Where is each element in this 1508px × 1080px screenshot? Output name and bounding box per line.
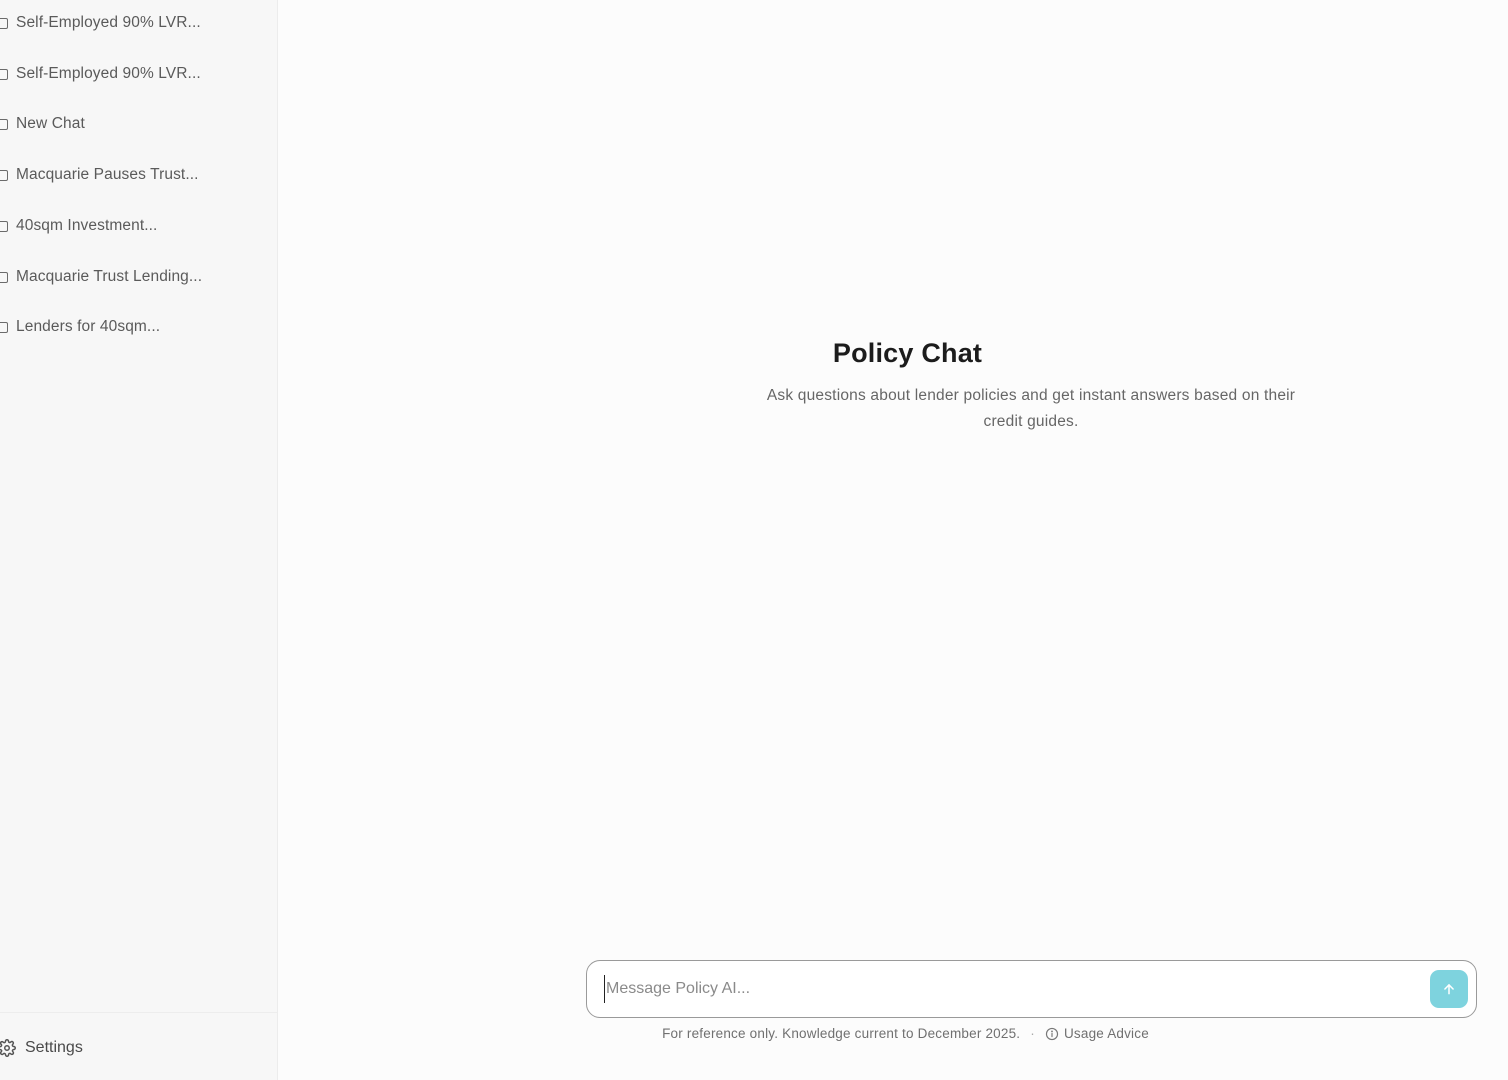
main-panel: Policy Chat Ask questions about lender p…	[279, 0, 1508, 1080]
chat-icon	[0, 118, 8, 130]
chat-icon	[0, 321, 8, 333]
send-button[interactable]	[1430, 970, 1468, 1008]
chat-icon	[0, 169, 8, 181]
chat-history-label: Macquarie Trust Lending...	[16, 268, 203, 285]
disclaimer: For reference only. Knowledge current to…	[279, 1026, 1508, 1041]
app: Self-Employed 90% LVR... Self-Employed 9…	[0, 0, 1508, 1080]
chat-history-label: Lenders for 40sqm...	[16, 318, 161, 335]
chat-history-label: Macquarie Pauses Trust...	[16, 166, 199, 183]
usage-advice-link[interactable]: Usage Advice	[1045, 1026, 1149, 1041]
empty-state: Policy Chat Ask questions about lender p…	[279, 338, 1508, 435]
chat-history-item[interactable]: Macquarie Pauses Trust...	[0, 159, 262, 191]
page-subtitle: Ask questions about lender policies and …	[766, 387, 1296, 430]
chat-history-label: 40sqm Investment...	[16, 217, 158, 234]
chat-history-label: Self-Employed 90% LVR...	[16, 65, 201, 82]
page-title: Policy Chat	[832, 338, 983, 368]
separator: ·	[1030, 1026, 1035, 1041]
gear-icon	[0, 1039, 16, 1057]
chat-history-label: New Chat	[16, 115, 85, 132]
chat-icon	[0, 17, 8, 29]
chat-history-item[interactable]: Lenders for 40sqm...	[0, 311, 262, 343]
chat-history-label: Self-Employed 90% LVR...	[16, 14, 201, 31]
message-input[interactable]	[604, 975, 1404, 1003]
chat-history-item[interactable]: New Chat	[0, 108, 262, 140]
chat-icon	[0, 271, 8, 283]
sidebar: Self-Employed 90% LVR... Self-Employed 9…	[0, 0, 278, 1080]
arrow-up-icon	[1444, 984, 1454, 995]
chat-history-item[interactable]: Self-Employed 90% LVR...	[0, 58, 262, 90]
usage-advice-label: Usage Advice	[1063, 1026, 1149, 1041]
disclaimer-text: For reference only. Knowledge current to…	[662, 1026, 1021, 1041]
chat-icon	[0, 68, 8, 80]
sidebar-footer: Settings	[0, 1012, 277, 1080]
chat-history-item[interactable]: Self-Employed 90% LVR...	[0, 7, 262, 39]
info-icon	[1045, 1027, 1059, 1040]
message-composer	[586, 960, 1477, 1018]
chat-history-item[interactable]: 40sqm Investment...	[0, 210, 262, 242]
settings-button[interactable]: Settings	[0, 1033, 200, 1063]
chat-history-item[interactable]: Macquarie Trust Lending...	[0, 261, 262, 293]
settings-label: Settings	[25, 1039, 83, 1056]
chat-icon	[0, 220, 8, 232]
